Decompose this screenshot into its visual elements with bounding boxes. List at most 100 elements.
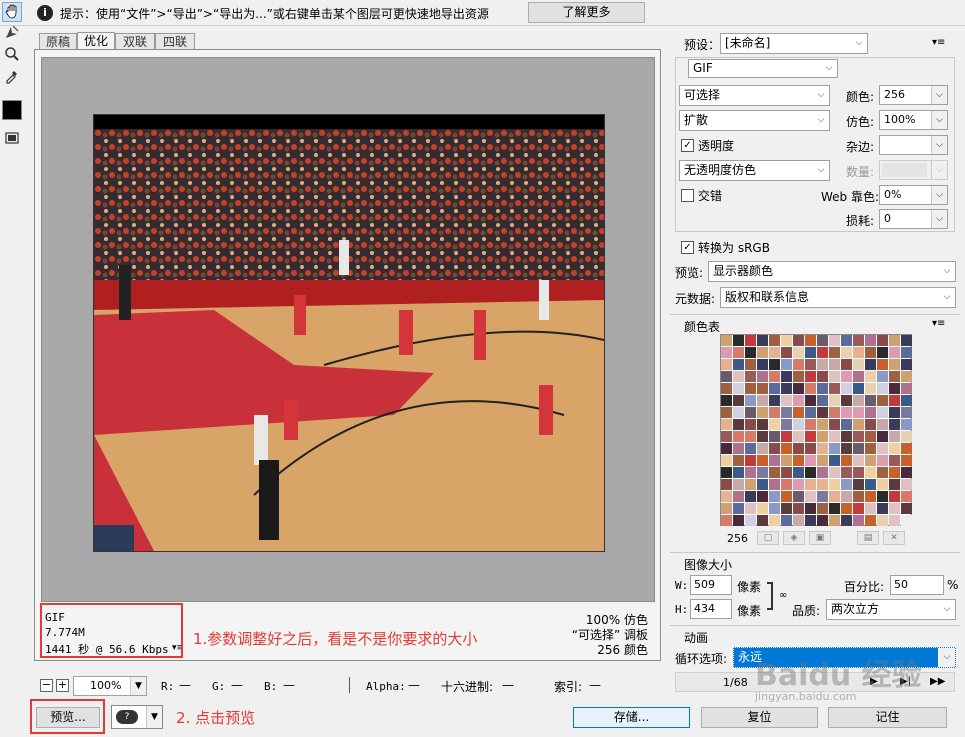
color-swatch[interactable] bbox=[877, 347, 888, 358]
color-swatch[interactable] bbox=[901, 503, 912, 514]
color-swatch[interactable] bbox=[757, 359, 768, 370]
color-swatch[interactable] bbox=[769, 503, 780, 514]
color-swatch[interactable] bbox=[817, 467, 828, 478]
color-swatch[interactable] bbox=[781, 503, 792, 514]
color-swatch[interactable] bbox=[841, 335, 852, 346]
color-swatch[interactable] bbox=[817, 371, 828, 382]
color-swatch[interactable] bbox=[805, 347, 816, 358]
color-swatch[interactable] bbox=[853, 479, 864, 490]
color-swatch[interactable] bbox=[769, 395, 780, 406]
color-swatch[interactable] bbox=[805, 407, 816, 418]
color-swatch[interactable] bbox=[901, 347, 912, 358]
lock-color-icon[interactable]: ▣ bbox=[809, 531, 831, 545]
color-swatch[interactable] bbox=[733, 431, 744, 442]
color-swatch[interactable] bbox=[877, 419, 888, 430]
color-swatch[interactable] bbox=[841, 419, 852, 430]
color-swatch[interactable] bbox=[733, 347, 744, 358]
color-swatch[interactable] bbox=[781, 371, 792, 382]
color-swatch[interactable] bbox=[781, 479, 792, 490]
color-swatch[interactable] bbox=[781, 515, 792, 526]
color-swatch[interactable] bbox=[817, 455, 828, 466]
color-swatch[interactable] bbox=[757, 491, 768, 502]
color-swatch[interactable] bbox=[721, 335, 732, 346]
color-swatch[interactable] bbox=[865, 395, 876, 406]
color-swatch[interactable] bbox=[745, 503, 756, 514]
color-swatch[interactable] bbox=[853, 455, 864, 466]
color-swatch[interactable] bbox=[805, 455, 816, 466]
color-swatch[interactable] bbox=[793, 515, 804, 526]
color-swatch[interactable] bbox=[901, 455, 912, 466]
color-swatch[interactable] bbox=[721, 395, 732, 406]
color-swatch[interactable] bbox=[781, 407, 792, 418]
color-swatch[interactable] bbox=[817, 491, 828, 502]
color-swatch[interactable] bbox=[805, 335, 816, 346]
color-swatch[interactable] bbox=[817, 335, 828, 346]
color-swatch[interactable] bbox=[829, 455, 840, 466]
color-swatch[interactable] bbox=[901, 491, 912, 502]
color-swatch[interactable] bbox=[805, 419, 816, 430]
interlaced-checkbox[interactable] bbox=[681, 189, 694, 202]
color-swatch[interactable] bbox=[733, 479, 744, 490]
color-swatch[interactable] bbox=[889, 371, 900, 382]
color-swatch[interactable] bbox=[817, 407, 828, 418]
color-swatch[interactable] bbox=[901, 431, 912, 442]
color-swatch[interactable] bbox=[817, 347, 828, 358]
color-swatch[interactable] bbox=[757, 479, 768, 490]
color-swatch[interactable] bbox=[721, 407, 732, 418]
color-swatch[interactable] bbox=[841, 503, 852, 514]
last-frame-icon[interactable]: ▶▶ bbox=[930, 676, 945, 687]
color-swatch[interactable] bbox=[877, 395, 888, 406]
color-swatch[interactable] bbox=[757, 395, 768, 406]
color-swatch[interactable] bbox=[841, 515, 852, 526]
color-swatch[interactable] bbox=[721, 515, 732, 526]
color-swatch[interactable] bbox=[817, 503, 828, 514]
color-swatch[interactable] bbox=[877, 443, 888, 454]
color-swatch[interactable] bbox=[829, 467, 840, 478]
color-swatch[interactable] bbox=[877, 335, 888, 346]
color-swatch[interactable] bbox=[769, 407, 780, 418]
color-swatch[interactable] bbox=[781, 455, 792, 466]
color-swatch[interactable] bbox=[889, 443, 900, 454]
color-swatch[interactable] bbox=[865, 419, 876, 430]
zoom-icon[interactable] bbox=[2, 46, 22, 66]
web-shift-icon[interactable]: ◈ bbox=[783, 531, 805, 545]
color-swatch[interactable] bbox=[901, 443, 912, 454]
color-swatch[interactable] bbox=[889, 407, 900, 418]
color-swatch[interactable] bbox=[805, 431, 816, 442]
color-swatch[interactable] bbox=[769, 359, 780, 370]
palette-select[interactable]: 可选择 ⌵ bbox=[679, 85, 830, 106]
toggle-slices-icon[interactable] bbox=[2, 130, 22, 150]
color-swatch[interactable] bbox=[733, 443, 744, 454]
color-swatch[interactable] bbox=[745, 479, 756, 490]
color-swatch[interactable] bbox=[757, 371, 768, 382]
color-swatch[interactable] bbox=[865, 407, 876, 418]
color-swatch[interactable] bbox=[793, 455, 804, 466]
color-swatch[interactable] bbox=[901, 419, 912, 430]
slice-select-icon[interactable] bbox=[2, 24, 22, 44]
color-swatch[interactable] bbox=[721, 503, 732, 514]
color-swatch[interactable] bbox=[745, 491, 756, 502]
color-swatch[interactable] bbox=[877, 407, 888, 418]
color-swatch[interactable] bbox=[733, 467, 744, 478]
color-swatch[interactable] bbox=[829, 515, 840, 526]
color-swatch[interactable] bbox=[829, 491, 840, 502]
color-swatch[interactable] bbox=[769, 335, 780, 346]
panel-menu-icon[interactable]: ▾≡ bbox=[932, 37, 945, 48]
reset-button[interactable]: 复位 bbox=[701, 707, 818, 728]
tab-4up[interactable]: 四联 bbox=[155, 33, 195, 50]
color-swatch[interactable] bbox=[745, 371, 756, 382]
color-swatch[interactable] bbox=[769, 515, 780, 526]
color-swatch[interactable] bbox=[865, 347, 876, 358]
color-swatch[interactable] bbox=[853, 371, 864, 382]
color-swatch[interactable] bbox=[757, 431, 768, 442]
zoom-out-button[interactable]: − bbox=[40, 679, 53, 692]
color-swatch[interactable] bbox=[805, 491, 816, 502]
color-swatch[interactable] bbox=[757, 383, 768, 394]
dither-select[interactable]: 扩散 ⌵ bbox=[679, 110, 830, 131]
color-swatch[interactable] bbox=[865, 503, 876, 514]
color-swatch[interactable] bbox=[745, 443, 756, 454]
color-swatch[interactable] bbox=[829, 335, 840, 346]
color-swatch[interactable] bbox=[865, 359, 876, 370]
color-swatch[interactable] bbox=[901, 383, 912, 394]
color-swatch[interactable] bbox=[817, 443, 828, 454]
